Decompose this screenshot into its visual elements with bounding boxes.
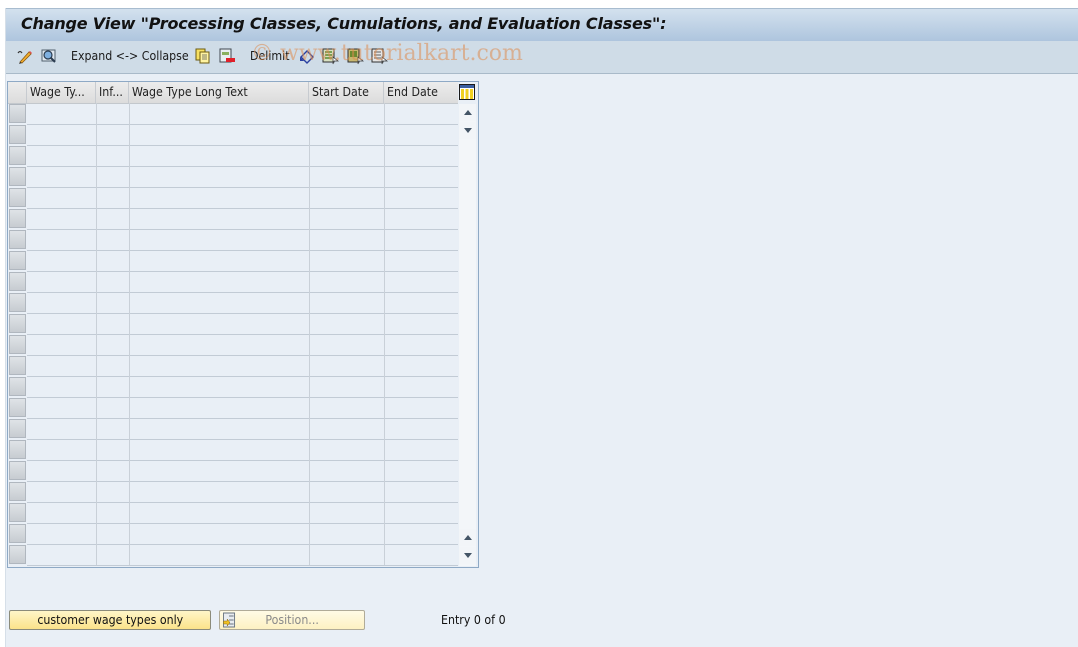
page-title: Change View "Processing Classes, Cumulat…: [21, 14, 667, 33]
scroll-line-up-button[interactable]: [459, 529, 476, 546]
table-row: [27, 523, 458, 524]
select-all-rows-corner[interactable]: [8, 82, 27, 103]
row-selector[interactable]: [9, 314, 26, 333]
find-icon[interactable]: [40, 47, 58, 65]
delimit-button[interactable]: Delimit: [250, 49, 290, 63]
row-selector[interactable]: [9, 440, 26, 459]
table-row: [27, 271, 458, 272]
entry-counter: Entry 0 of 0: [441, 613, 506, 627]
row-selector[interactable]: [9, 293, 26, 312]
table-row: [27, 439, 458, 440]
vertical-scrollbar[interactable]: [459, 104, 476, 566]
table-row: [27, 124, 458, 125]
row-selector[interactable]: [9, 104, 26, 123]
undo-change-icon[interactable]: [298, 47, 316, 65]
column-header-end-date[interactable]: End Date: [384, 82, 458, 103]
deselect-all-icon[interactable]: [370, 47, 388, 65]
column-divider: [384, 103, 385, 565]
arrow-down-icon: [463, 553, 472, 558]
row-selector[interactable]: [9, 482, 26, 501]
table-row: [27, 481, 458, 482]
row-selector[interactable]: [9, 251, 26, 270]
row-selector[interactable]: [9, 272, 26, 291]
copy-as-icon[interactable]: [194, 47, 212, 65]
table-row: [27, 460, 458, 461]
table-row: [27, 376, 458, 377]
scroll-page-up-button[interactable]: [459, 104, 476, 121]
arrow-up-icon: [463, 110, 472, 115]
table-header: Wage Ty... Inf... Wage Type Long Text St…: [8, 82, 458, 104]
expand-collapse-button[interactable]: Expand <-> Collapse: [71, 49, 189, 63]
row-selector[interactable]: [9, 125, 26, 144]
row-selector[interactable]: [9, 230, 26, 249]
row-selector[interactable]: [9, 461, 26, 480]
column-header-start-date[interactable]: Start Date: [309, 82, 384, 103]
scroll-line-down-button[interactable]: [459, 122, 476, 139]
row-selector[interactable]: [9, 377, 26, 396]
select-block-icon[interactable]: [346, 47, 364, 65]
row-selector[interactable]: [9, 524, 26, 543]
table-row: [27, 544, 458, 545]
table-row: [27, 166, 458, 167]
table-row: [27, 208, 458, 209]
table-row: [27, 334, 458, 335]
column-layout-icon[interactable]: [459, 84, 475, 100]
table-row: [27, 418, 458, 419]
select-all-icon[interactable]: [321, 47, 339, 65]
table-row: [27, 250, 458, 251]
scroll-page-down-button[interactable]: [459, 547, 476, 564]
row-selector[interactable]: [9, 503, 26, 522]
row-selector[interactable]: [9, 356, 26, 375]
page: Change View "Processing Classes, Cumulat…: [5, 8, 1078, 647]
table-row: [27, 313, 458, 314]
display-change-icon[interactable]: [16, 47, 34, 65]
column-divider: [96, 103, 97, 565]
table-row: [27, 565, 458, 566]
arrow-down-icon: [463, 128, 472, 133]
table-row: [27, 355, 458, 356]
table-row: [27, 229, 458, 230]
row-selector[interactable]: [9, 209, 26, 228]
table-row: [27, 187, 458, 188]
column-divider: [129, 103, 130, 565]
arrow-up-icon: [463, 535, 472, 540]
table-row: [27, 502, 458, 503]
position-icon: [223, 612, 237, 633]
customer-wage-types-only-button[interactable]: customer wage types only: [9, 610, 211, 630]
table-row: [27, 145, 458, 146]
column-divider: [309, 103, 310, 565]
row-selector[interactable]: [9, 419, 26, 438]
row-selector[interactable]: [9, 167, 26, 186]
row-selector[interactable]: [9, 398, 26, 417]
table-control: Wage Ty... Inf... Wage Type Long Text St…: [7, 81, 479, 568]
row-selector[interactable]: [9, 335, 26, 354]
title-bar: Change View "Processing Classes, Cumulat…: [6, 8, 1078, 42]
column-header-wage-type[interactable]: Wage Ty...: [27, 82, 96, 103]
table-row: [27, 397, 458, 398]
row-selector[interactable]: [9, 545, 26, 564]
column-header-infotype[interactable]: Inf...: [96, 82, 129, 103]
column-header-long-text[interactable]: Wage Type Long Text: [129, 82, 309, 103]
position-button[interactable]: Position...: [219, 610, 365, 630]
application-toolbar: Expand <-> Collapse Delimit © www.tutori…: [6, 41, 1078, 74]
delete-icon[interactable]: [218, 47, 236, 65]
row-selector[interactable]: [9, 146, 26, 165]
row-selector[interactable]: [9, 188, 26, 207]
table-row: [27, 292, 458, 293]
